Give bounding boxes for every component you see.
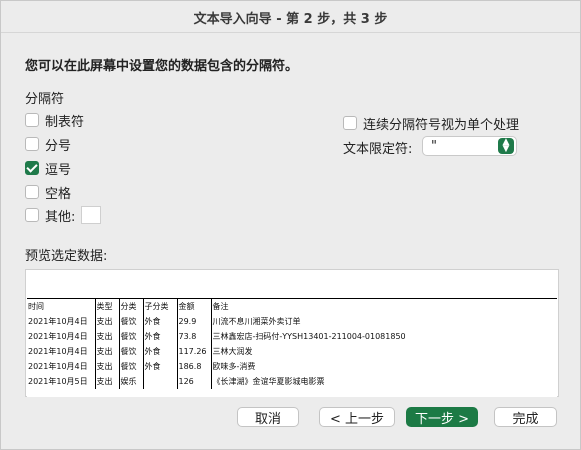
chevron-updown-icon: ▲ ▼: [498, 138, 514, 154]
space-delimiter-option[interactable]: 空格: [25, 183, 72, 202]
preview-cell: 外食: [142, 329, 177, 344]
other-delimiter-option[interactable]: 其他:: [25, 206, 102, 225]
preview-cell: 126: [176, 374, 211, 389]
preview-row: 2021年10月4日 支出 餐饮 外食 186.8 欧味多-消费: [27, 359, 407, 374]
preview-table: 时间 类型 分类 子分类 金额 备注 2021年10月4日 支出 餐饮 外食 29.9 川流不息川湘菜…: [27, 299, 407, 389]
preview-cell: 2021年10月4日: [28, 317, 88, 326]
preview-cell: 餐饮: [118, 314, 143, 329]
window-title: 文本导入向导 - 第 2 步，共 3 步: [193, 11, 388, 27]
tab-delimiter-option[interactable]: 制表符: [25, 111, 85, 130]
preview-cell: 支出: [94, 314, 119, 329]
preview-cell: 2021年10月4日: [28, 332, 88, 341]
cancel-button[interactable]: 取消: [237, 407, 299, 427]
preview-cell: 外食: [142, 344, 177, 359]
tab-checkbox[interactable]: [25, 113, 39, 127]
preview-cell: 外食: [142, 359, 177, 374]
consecutive-delimiters-option[interactable]: 连续分隔符号视为单个处理: [343, 114, 520, 133]
preview-cell: 娱乐: [118, 374, 143, 389]
preview-cell: 支出: [94, 374, 119, 389]
tab-label: 制表符: [45, 114, 85, 130]
back-button[interactable]: < 上一步: [319, 407, 395, 427]
preview-label: 预览选定数据:: [25, 249, 108, 264]
preview-cell: 川流不息川湘菜外卖订单: [210, 314, 407, 329]
preview-cell: 支出: [94, 359, 119, 374]
preview-cell: 外食: [142, 314, 177, 329]
preview-row: 2021年10月4日 支出 餐饮 外食 29.9 川流不息川湘菜外卖订单: [27, 314, 407, 329]
preview-cell: [142, 374, 177, 389]
text-qualifier-select[interactable]: " ▲ ▼: [422, 136, 517, 156]
preview-cell: 欧味多-消费: [210, 359, 407, 374]
data-preview-grid: 时间 类型 分类 子分类 金额 备注 2021年10月4日 支出 餐饮 外食 29.9 川流不息川湘菜…: [27, 298, 557, 397]
next-button[interactable]: 下一步 >: [406, 407, 478, 427]
semicolon-checkbox[interactable]: [25, 137, 39, 151]
preview-cell: 备注: [210, 299, 407, 314]
preview-cell: 支出: [94, 329, 119, 344]
preview-cell: 类型: [94, 299, 119, 314]
space-label: 空格: [45, 186, 72, 202]
finish-button[interactable]: 完成: [494, 407, 557, 427]
preview-row: 2021年10月5日 支出 娱乐 126 《长津湖》金谊华夏影城电影票: [27, 374, 407, 389]
title-divider: [1, 32, 580, 33]
other-label: 其他:: [45, 209, 76, 225]
comma-checkbox[interactable]: [25, 161, 39, 175]
preview-cell: 2021年10月4日: [28, 347, 88, 356]
preview-cell: 2021年10月5日: [28, 377, 88, 386]
preview-row: 2021年10月4日 支出 餐饮 外食 117.26 三林大润发: [27, 344, 407, 359]
preview-cell: 餐饮: [118, 344, 143, 359]
data-preview-pane[interactable]: 时间 类型 分类 子分类 金额 备注 2021年10月4日 支出 餐饮 外食 29.9 川流不息川湘菜…: [25, 269, 559, 397]
preview-cell: 29.9: [176, 314, 211, 329]
comma-label: 逗号: [45, 162, 72, 178]
consecutive-checkbox[interactable]: [343, 116, 357, 130]
preview-cell: 支出: [94, 344, 119, 359]
text-qualifier-label: 文本限定符:: [343, 142, 413, 157]
preview-cell: 186.8: [176, 359, 211, 374]
preview-header-row: 时间 类型 分类 子分类 金额 备注: [27, 299, 407, 314]
semicolon-delimiter-option[interactable]: 分号: [25, 135, 72, 154]
instruction-heading: 您可以在此屏幕中设置您的数据包含的分隔符。: [25, 59, 299, 74]
other-delimiter-input[interactable]: [81, 206, 102, 224]
semicolon-label: 分号: [45, 138, 72, 154]
preview-cell: 子分类: [142, 299, 177, 314]
preview-cell: 《长津湖》金谊华夏影城电影票: [210, 374, 407, 389]
preview-cell: 时间: [28, 302, 44, 311]
delimiters-group-label: 分隔符: [25, 92, 65, 107]
other-checkbox[interactable]: [25, 208, 39, 222]
consecutive-label: 连续分隔符号视为单个处理: [363, 117, 520, 133]
text-import-wizard-window: 文本导入向导 - 第 2 步，共 3 步 您可以在此屏幕中设置您的数据包含的分隔…: [0, 0, 581, 450]
preview-cell: 2021年10月4日: [28, 362, 88, 371]
preview-cell: 餐饮: [118, 329, 143, 344]
space-checkbox[interactable]: [25, 185, 39, 199]
preview-row: 2021年10月4日 支出 餐饮 外食 73.8 三林鑫宏店-扫码付-YYSH13401-…: [27, 329, 407, 344]
preview-cell: 117.26: [176, 344, 211, 359]
preview-cell: 金额: [176, 299, 211, 314]
preview-cell: 73.8: [176, 329, 211, 344]
preview-cell: 分类: [118, 299, 143, 314]
preview-cell: 三林大润发: [210, 344, 407, 359]
comma-delimiter-option[interactable]: 逗号: [25, 159, 72, 178]
text-qualifier-value: ": [431, 138, 437, 154]
preview-cell: 餐饮: [118, 359, 143, 374]
preview-cell: 三林鑫宏店-扫码付-YYSH13401-211004-01081850: [210, 329, 407, 344]
